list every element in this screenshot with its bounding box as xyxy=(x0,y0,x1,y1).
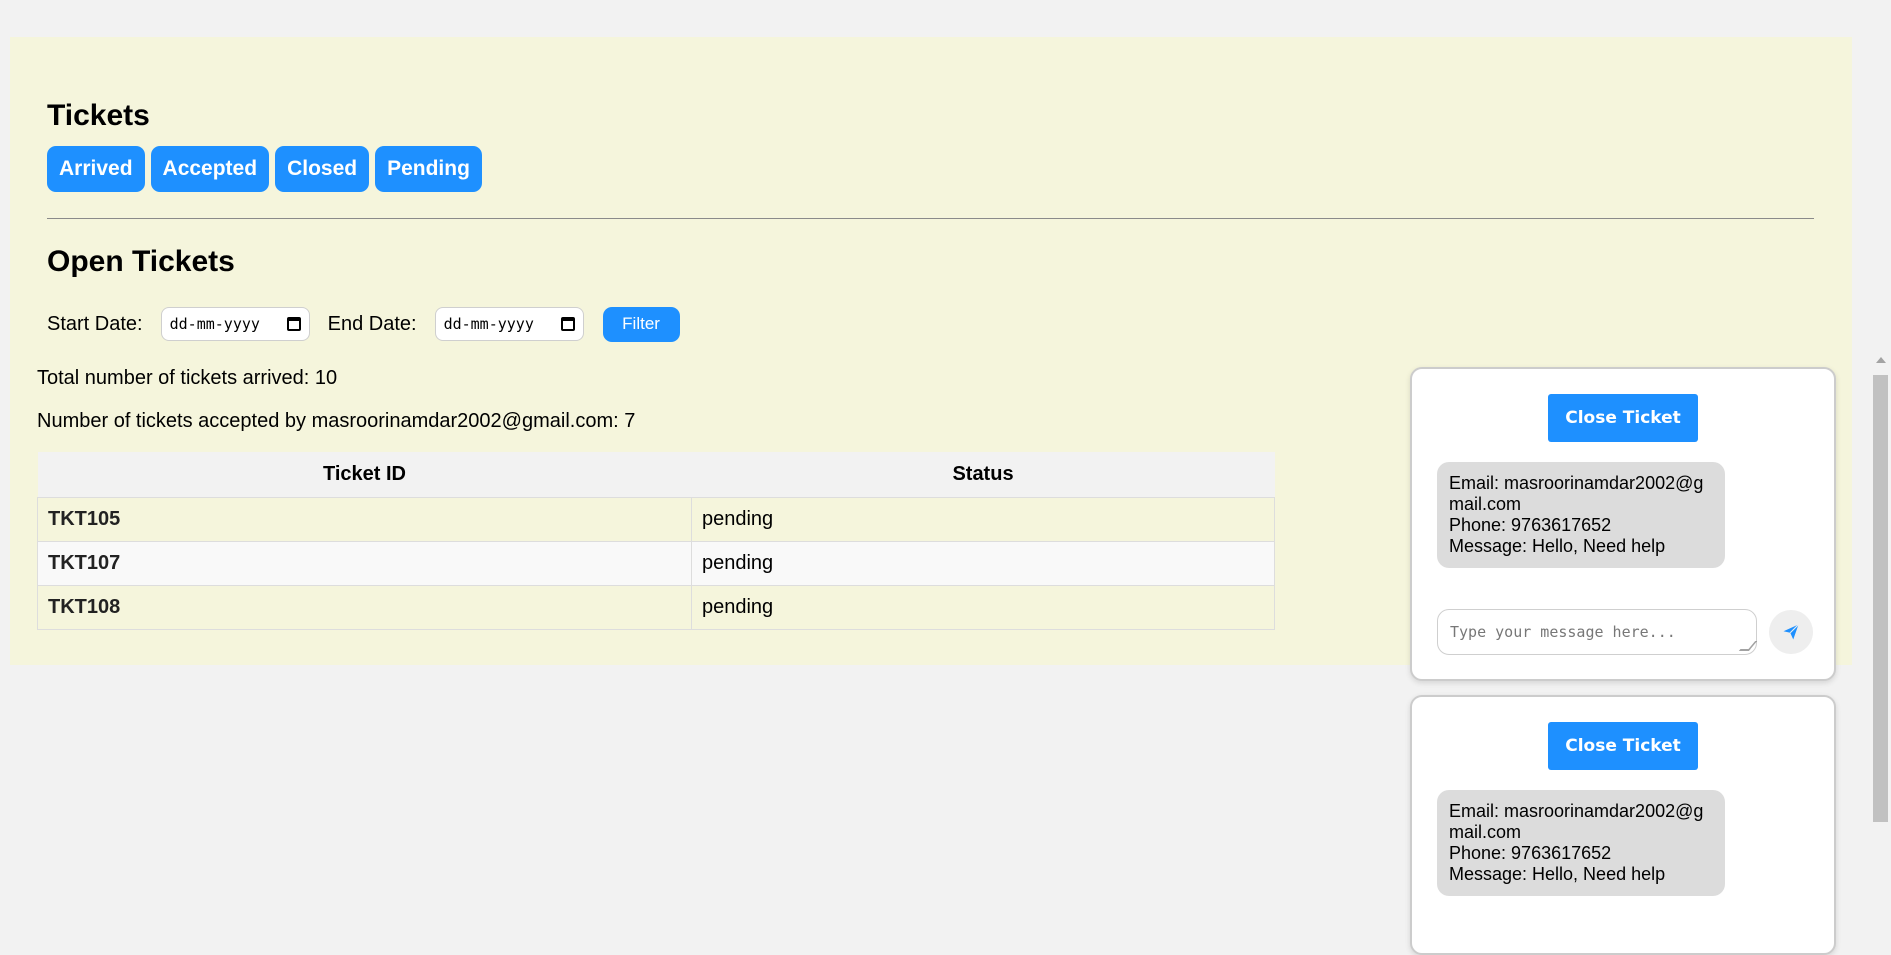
table-header-row: Ticket ID Status xyxy=(37,452,1275,498)
end-date-placeholder: dd-mm-yyyy xyxy=(443,315,534,333)
filter-button[interactable]: Filter xyxy=(602,306,680,342)
tab-pending[interactable]: Pending xyxy=(375,146,482,192)
scrollbar-thumb[interactable] xyxy=(1873,375,1888,822)
table-row[interactable]: TKT107 pending xyxy=(37,541,1275,586)
close-ticket-button[interactable]: Close Ticket xyxy=(1548,394,1698,442)
chat-card: Close Ticket Email: masroorinamdar2002@g… xyxy=(1410,367,1836,681)
date-filter-row: Start Date: dd-mm-yyyy End Date: dd-mm-y… xyxy=(47,306,680,342)
page-title: Tickets xyxy=(47,99,150,132)
message-bubble: Email: masroorinamdar2002@gmail.com Phon… xyxy=(1437,790,1725,896)
tab-arrived[interactable]: Arrived xyxy=(47,146,145,192)
status-cell: pending xyxy=(691,541,1275,586)
close-ticket-button[interactable]: Close Ticket xyxy=(1548,722,1698,770)
status-cell: pending xyxy=(691,497,1275,542)
message-email: Email: masroorinamdar2002@gmail.com xyxy=(1449,801,1704,842)
status-cell: pending xyxy=(691,585,1275,630)
tab-closed[interactable]: Closed xyxy=(275,146,370,192)
table-row[interactable]: TKT108 pending xyxy=(37,585,1275,630)
message-input[interactable]: Type your message here... xyxy=(1437,609,1758,655)
tickets-table: Ticket ID Status TKT105 pending TKT107 p… xyxy=(37,452,1275,630)
start-date-placeholder: dd-mm-yyyy xyxy=(169,315,260,333)
ticket-id-cell: TKT105 xyxy=(37,497,692,542)
message-phone: Phone: 9763617652 xyxy=(1449,843,1612,863)
total-arrived-text: Total number of tickets arrived: 10 xyxy=(37,367,338,389)
message-input-placeholder: Type your message here... xyxy=(1450,623,1676,641)
calendar-icon[interactable] xyxy=(286,317,301,331)
start-date-label: Start Date: xyxy=(47,312,143,335)
paper-plane-icon xyxy=(1783,624,1799,640)
ticket-id-cell: TKT107 xyxy=(37,541,692,586)
end-date-input[interactable]: dd-mm-yyyy xyxy=(434,307,584,341)
message-text: Message: Hello, Need help xyxy=(1449,864,1666,884)
message-phone: Phone: 9763617652 xyxy=(1449,515,1612,535)
scroll-up-arrow-icon[interactable] xyxy=(1876,357,1886,363)
section-divider xyxy=(47,218,1814,219)
open-tickets-title: Open Tickets xyxy=(47,245,235,278)
send-button[interactable] xyxy=(1769,610,1813,654)
ticket-id-cell: TKT108 xyxy=(37,585,692,630)
ticket-tabs: Arrived Accepted Closed Pending xyxy=(47,146,482,192)
start-date-input[interactable]: dd-mm-yyyy xyxy=(160,307,310,341)
calendar-icon[interactable] xyxy=(560,317,575,331)
accepted-count-text: Number of tickets accepted by masroorina… xyxy=(37,410,636,432)
column-header-ticket-id: Ticket ID xyxy=(37,452,692,498)
table-row[interactable]: TKT105 pending xyxy=(37,497,1275,542)
chat-scrollbar[interactable] xyxy=(1870,355,1891,920)
message-bubble: Email: masroorinamdar2002@gmail.com Phon… xyxy=(1437,462,1725,568)
column-header-status: Status xyxy=(691,452,1275,498)
message-text: Message: Hello, Need help xyxy=(1449,536,1666,556)
message-email: Email: masroorinamdar2002@gmail.com xyxy=(1449,473,1704,514)
tab-accepted[interactable]: Accepted xyxy=(150,146,270,192)
end-date-label: End Date: xyxy=(327,312,417,335)
chat-card: Close Ticket Email: masroorinamdar2002@g… xyxy=(1410,695,1836,955)
resize-handle[interactable] xyxy=(1738,641,1758,651)
